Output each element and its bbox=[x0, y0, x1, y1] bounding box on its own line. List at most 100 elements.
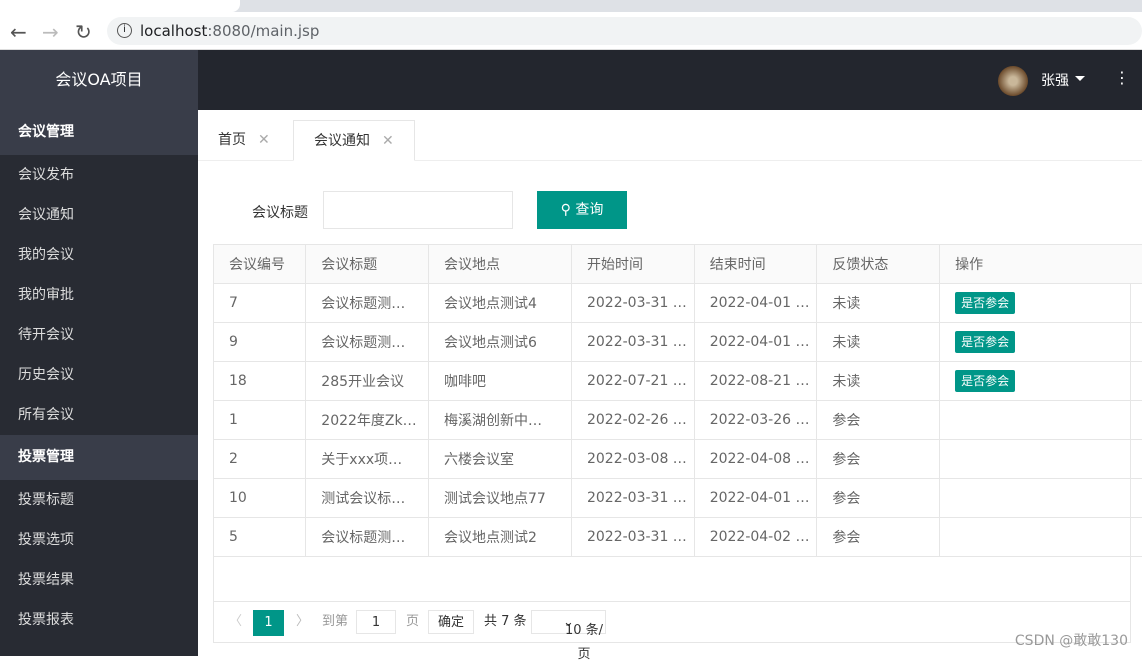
table-cell: 9 bbox=[214, 323, 306, 362]
table-cell: 2022-04-08 … bbox=[694, 440, 817, 479]
next-page-icon[interactable]: 〉 bbox=[296, 610, 309, 634]
meeting-table: 会议编号会议标题会议地点开始时间结束时间反馈状态操作 7会议标题测…会议地点测试… bbox=[213, 244, 1142, 557]
sidebar-item[interactable]: 会议发布 bbox=[0, 155, 198, 195]
table-cell: 参会 bbox=[817, 401, 940, 440]
table-cell: 会议地点测试6 bbox=[428, 323, 571, 362]
info-icon[interactable]: i bbox=[117, 23, 132, 38]
table-cell: 2022-07-21 … bbox=[571, 362, 694, 401]
table-row: 10测试会议标…测试会议地点772022-03-31 …2022-04-01 …… bbox=[214, 479, 1142, 518]
tab-label: 会议通知 bbox=[314, 133, 370, 149]
url-input[interactable]: i localhost:8080/main.jsp bbox=[107, 17, 1142, 45]
table-row: 5会议标题测…会议地点测试22022-03-31 …2022-04-02 …参会 bbox=[214, 518, 1142, 557]
table-cell: 2022-04-01 … bbox=[694, 479, 817, 518]
tab-home[interactable]: 首页 ✕ bbox=[198, 120, 290, 161]
table-cell bbox=[940, 518, 1142, 557]
prev-page-icon[interactable]: 〈 bbox=[229, 610, 242, 634]
table-cell: 是否参会 bbox=[940, 323, 1142, 362]
user-name[interactable]: 张强 bbox=[1041, 70, 1069, 90]
address-bar: ← → ↻ i localhost:8080/main.jsp bbox=[0, 12, 1142, 50]
table-cell: 2022年度Zk… bbox=[306, 401, 429, 440]
sidebar-item[interactable]: 我的会议 bbox=[0, 235, 198, 275]
table-cell: 2022-04-01 … bbox=[694, 284, 817, 323]
total-count: 共 7 条 bbox=[484, 610, 527, 634]
table-cell: 7 bbox=[214, 284, 306, 323]
table-cell bbox=[940, 479, 1142, 518]
url-path: :8080/main.jsp bbox=[207, 22, 319, 40]
table-cell: 18 bbox=[214, 362, 306, 401]
sidebar-item[interactable]: 投票选项 bbox=[0, 520, 198, 560]
column-header: 操作 bbox=[940, 245, 1142, 284]
sidebar-item[interactable]: 我的审批 bbox=[0, 275, 198, 315]
table-cell: 2022-03-31 … bbox=[571, 518, 694, 557]
back-icon[interactable]: ← bbox=[10, 20, 27, 44]
url-host: localhost bbox=[140, 22, 207, 40]
title-search-input[interactable] bbox=[323, 191, 513, 229]
table-cell: 是否参会 bbox=[940, 284, 1142, 323]
table-cell: 2022-03-26 … bbox=[694, 401, 817, 440]
attend-button[interactable]: 是否参会 bbox=[955, 331, 1015, 353]
table-row: 7会议标题测…会议地点测试42022-03-31 …2022-04-01 …未读… bbox=[214, 284, 1142, 323]
column-header: 开始时间 bbox=[571, 245, 694, 284]
table-cell: 梅溪湖创新中… bbox=[428, 401, 571, 440]
reload-icon[interactable]: ↻ bbox=[75, 20, 92, 44]
sidebar-item[interactable]: 会议通知 bbox=[0, 195, 198, 235]
table-cell: 六楼会议室 bbox=[428, 440, 571, 479]
table-cell: 2022-08-21 … bbox=[694, 362, 817, 401]
goto-label: 到第 bbox=[322, 610, 348, 634]
avatar[interactable] bbox=[998, 66, 1028, 96]
sidebar-item[interactable]: 投票结果 bbox=[0, 560, 198, 600]
column-header: 反馈状态 bbox=[817, 245, 940, 284]
browser-tab[interactable] bbox=[0, 0, 240, 12]
table-cell bbox=[940, 401, 1142, 440]
table-cell: 2022-03-31 … bbox=[571, 323, 694, 362]
table-cell: 未读 bbox=[817, 323, 940, 362]
table-cell: 5 bbox=[214, 518, 306, 557]
browser-tab-strip bbox=[0, 0, 1142, 12]
table-cell: 10 bbox=[214, 479, 306, 518]
close-icon[interactable]: ✕ bbox=[258, 132, 270, 148]
page-size-value: 10 条/页 bbox=[563, 619, 605, 643]
table-row: 18285开业会议咖啡吧2022-07-21 …2022-08-21 …未读是否… bbox=[214, 362, 1142, 401]
sidebar-section-meeting[interactable]: 会议管理 bbox=[0, 110, 198, 155]
table-row: 12022年度Zk…梅溪湖创新中…2022-02-26 …2022-03-26 … bbox=[214, 401, 1142, 440]
table-cell: 2022-04-02 … bbox=[694, 518, 817, 557]
page-size-select[interactable]: 10 条/页 ⌄ bbox=[531, 610, 606, 634]
watermark: CSDN @敢敢130 bbox=[1015, 630, 1128, 650]
table-cell: 2 bbox=[214, 440, 306, 479]
pagination: 〈 1 〉 到第 1 页 确定 共 7 条 10 条/页 ⌄ bbox=[213, 601, 1131, 643]
forward-icon[interactable]: → bbox=[42, 20, 59, 44]
sidebar-item[interactable]: 待开会议 bbox=[0, 315, 198, 355]
confirm-button[interactable]: 确定 bbox=[428, 610, 474, 634]
table-cell bbox=[940, 440, 1142, 479]
tab-meeting-notice[interactable]: 会议通知 ✕ bbox=[293, 120, 415, 161]
goto-page-input[interactable]: 1 bbox=[356, 610, 396, 634]
close-icon[interactable]: ✕ bbox=[382, 133, 394, 149]
table-cell: 未读 bbox=[817, 362, 940, 401]
sidebar-item[interactable]: 投票标题 bbox=[0, 480, 198, 520]
attend-button[interactable]: 是否参会 bbox=[955, 292, 1015, 314]
tab-label: 首页 bbox=[218, 132, 246, 148]
table-cell: 参会 bbox=[817, 440, 940, 479]
sidebar-section-vote[interactable]: 投票管理 bbox=[0, 435, 198, 480]
table-cell: 2022-02-26 … bbox=[571, 401, 694, 440]
table-cell: 咖啡吧 bbox=[428, 362, 571, 401]
search-button[interactable]: ⚲ 查询 bbox=[537, 191, 627, 229]
sidebar-item[interactable]: 历史会议 bbox=[0, 355, 198, 395]
sidebar-item[interactable]: 所有会议 bbox=[0, 395, 198, 435]
table-row: 9会议标题测…会议地点测试62022-03-31 …2022-04-01 …未读… bbox=[214, 323, 1142, 362]
more-icon[interactable]: ⋮ bbox=[1114, 68, 1130, 87]
table-cell: 测试会议标… bbox=[306, 479, 429, 518]
table-cell: 285开业会议 bbox=[306, 362, 429, 401]
table-cell: 参会 bbox=[817, 479, 940, 518]
column-header: 会议地点 bbox=[428, 245, 571, 284]
table-cell: 参会 bbox=[817, 518, 940, 557]
attend-button[interactable]: 是否参会 bbox=[955, 370, 1015, 392]
sidebar-item[interactable]: 投票报表 bbox=[0, 600, 198, 640]
table-cell: 会议地点测试2 bbox=[428, 518, 571, 557]
table-row: 2关于xxx项…六楼会议室2022-03-08 …2022-04-08 …参会 bbox=[214, 440, 1142, 479]
page-1-button[interactable]: 1 bbox=[253, 610, 284, 636]
search-icon: ⚲ bbox=[561, 202, 576, 218]
caret-down-icon[interactable] bbox=[1075, 76, 1085, 86]
table-cell: 2022-04-01 … bbox=[694, 323, 817, 362]
table-cell: 会议标题测… bbox=[306, 323, 429, 362]
